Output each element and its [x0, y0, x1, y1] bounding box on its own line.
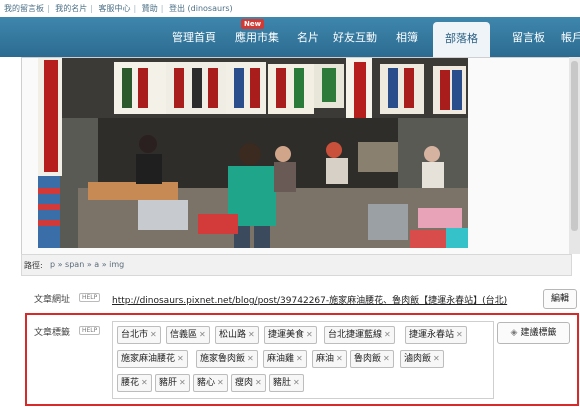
tag-chip[interactable]: 麻油 ✕	[312, 350, 347, 368]
nav-item-dashboard[interactable]: 管理首頁	[172, 29, 216, 45]
remove-tag-icon[interactable]: ✕	[247, 354, 254, 363]
nav-item-app-market[interactable]: New 應用市集	[235, 19, 279, 45]
remove-tag-icon[interactable]: ✕	[384, 330, 391, 339]
remove-tag-icon[interactable]: ✕	[177, 354, 184, 363]
article-tags-label: 文章標籤	[34, 328, 71, 338]
tag-chip[interactable]: 麻油雞 ✕	[263, 350, 307, 368]
remove-tag-icon[interactable]: ✕	[293, 378, 300, 387]
tag-label: 麻油	[316, 354, 335, 364]
tag-chip[interactable]: 松山路 ✕	[215, 326, 259, 344]
tag-label: 捷運美食	[268, 330, 305, 340]
tag-chip[interactable]: 施家麻油腰花 ✕	[117, 350, 188, 368]
nav-item-guestbook[interactable]: 留言板	[512, 29, 545, 45]
nav-item-app-market-label: 應用市集	[235, 31, 279, 44]
tag-chip[interactable]: 台北捷運藍線 ✕	[324, 326, 395, 344]
tag-label: 瘦肉	[235, 378, 254, 388]
element-path-bar: 路徑: p » span » a » img	[21, 254, 572, 276]
separator: |	[133, 4, 137, 13]
remove-tag-icon[interactable]: ✕	[336, 354, 343, 363]
tag-label: 施家魯肉飯	[200, 354, 246, 364]
remove-tag-icon[interactable]: ✕	[306, 330, 313, 339]
main-nav: 管理首頁 New 應用市集 名片 好友互動 相簿 部落格 留言板 帳戶	[0, 17, 580, 57]
tag-chip[interactable]: 施家魯肉飯 ✕	[196, 350, 258, 368]
article-url-label: 文章網址	[34, 295, 71, 305]
remove-tag-icon[interactable]: ✕	[199, 330, 206, 339]
top-links: 我的留言板 | 我的名片 | 客服中心 | 贊助 | 登出 (dinosaurs)	[4, 3, 233, 14]
help-icon[interactable]: HELP	[79, 326, 101, 335]
tag-label: 豬心	[197, 378, 216, 388]
tag-label: 麻油雞	[267, 354, 295, 364]
path-label: 路徑:	[24, 261, 43, 270]
remove-tag-icon[interactable]: ✕	[217, 378, 224, 387]
tag-label: 魯肉飯	[354, 354, 382, 364]
link-my-card[interactable]: 我的名片	[55, 4, 87, 13]
suggest-tags-button[interactable]: ◈ 建議標籤	[497, 322, 570, 344]
link-logout[interactable]: 登出 (dinosaurs)	[169, 4, 233, 13]
nav-item-account[interactable]: 帳戶	[561, 29, 580, 45]
separator: |	[160, 4, 164, 13]
tag-chip[interactable]: 捷運永春站 ✕	[405, 326, 467, 344]
element-path[interactable]: p » span » a » img	[50, 260, 124, 269]
tag-label: 豬肝	[159, 378, 178, 388]
link-my-guestbook[interactable]: 我的留言板	[4, 4, 44, 13]
tag-label: 捷運永春站	[409, 330, 455, 340]
tag-chip[interactable]: 捷運美食 ✕	[264, 326, 317, 344]
remove-tag-icon[interactable]: ✕	[179, 378, 186, 387]
editor-scrollbar[interactable]	[569, 57, 580, 254]
top-utility-bar: 我的留言板 | 我的名片 | 客服中心 | 贊助 | 登出 (dinosaurs)	[0, 0, 580, 17]
article-photo[interactable]	[38, 58, 468, 248]
edit-url-button[interactable]: 編輯	[543, 289, 577, 309]
remove-tag-icon[interactable]: ✕	[296, 354, 303, 363]
tags-input[interactable]: 台北市 ✕ 信義區 ✕ 松山路 ✕ 捷運美食 ✕ 台北捷運藍線 ✕ 捷運永春站 ✕ 施家麻油…	[112, 321, 494, 399]
nav-item-card[interactable]: 名片	[297, 29, 319, 45]
remove-tag-icon[interactable]: ✕	[456, 330, 463, 339]
scrollbar-thumb[interactable]	[571, 61, 578, 231]
tag-icon: ◈	[510, 328, 518, 338]
tag-chip[interactable]: 信義區 ✕	[166, 326, 210, 344]
tag-chip[interactable]: 魯肉飯 ✕	[350, 350, 394, 368]
tag-chip[interactable]: 豬肝 ✕	[155, 374, 190, 392]
nav-item-friends[interactable]: 好友互動	[333, 29, 377, 45]
tag-label: 腰花	[121, 378, 140, 388]
help-icon[interactable]: HELP	[79, 293, 101, 302]
link-sponsor[interactable]: 贊助	[142, 4, 158, 13]
tag-label: 豬肚	[273, 378, 292, 388]
remove-tag-icon[interactable]: ✕	[141, 378, 148, 387]
remove-tag-icon[interactable]: ✕	[383, 354, 390, 363]
remove-tag-icon[interactable]: ✕	[433, 354, 440, 363]
tag-label: 施家麻油腰花	[121, 354, 176, 364]
nav-item-album[interactable]: 相簿	[396, 29, 418, 45]
tag-chip[interactable]: 豬肚 ✕	[269, 374, 304, 392]
tag-chip[interactable]: 滷肉飯 ✕	[400, 350, 444, 368]
separator: |	[90, 4, 93, 13]
tag-chip[interactable]: 豬心 ✕	[193, 374, 228, 392]
remove-tag-icon[interactable]: ✕	[150, 330, 157, 339]
tag-label: 信義區	[170, 330, 198, 340]
tag-label: 松山路	[219, 330, 247, 340]
suggest-tags-label: 建議標籤	[520, 328, 557, 338]
link-support[interactable]: 客服中心	[99, 4, 131, 13]
tag-chip[interactable]: 腰花 ✕	[117, 374, 152, 392]
post-editor[interactable]	[21, 57, 572, 256]
article-url-link[interactable]: http://dinosaurs.pixnet.net/blog/post/39…	[112, 293, 542, 306]
nav-item-blog[interactable]: 部落格	[433, 22, 490, 57]
tag-chip[interactable]: 瘦肉 ✕	[231, 374, 266, 392]
tag-label: 台北市	[121, 330, 149, 340]
remove-tag-icon[interactable]: ✕	[248, 330, 255, 339]
tag-chip[interactable]: 台北市 ✕	[117, 326, 161, 344]
separator: |	[47, 4, 50, 13]
tag-label: 台北捷運藍線	[328, 330, 383, 340]
remove-tag-icon[interactable]: ✕	[255, 378, 262, 387]
new-badge: New	[241, 19, 265, 29]
tag-label: 滷肉飯	[404, 354, 432, 364]
